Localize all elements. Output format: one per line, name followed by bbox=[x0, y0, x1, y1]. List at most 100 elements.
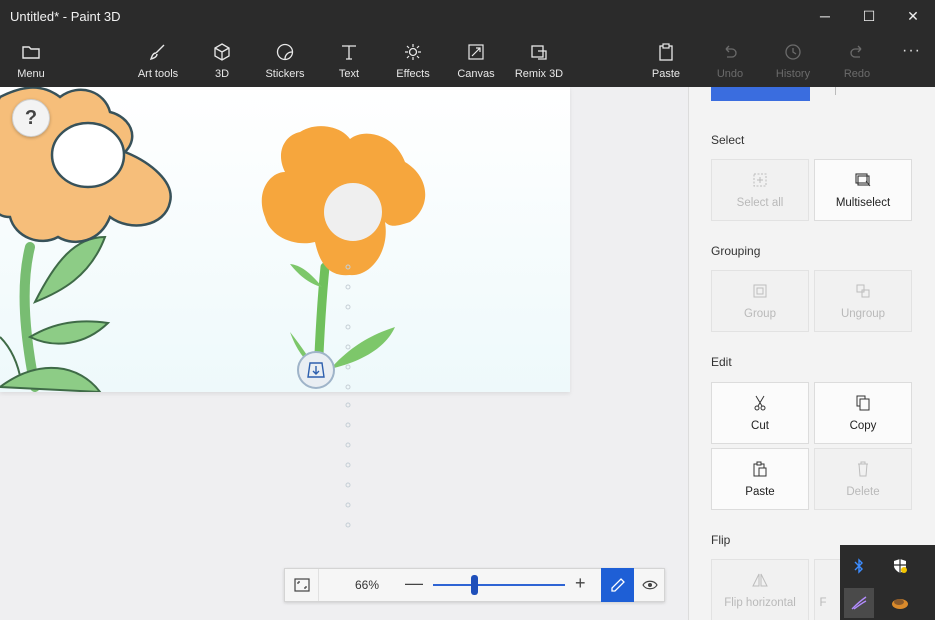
system-tray-overflow bbox=[840, 545, 935, 620]
folder-icon bbox=[22, 42, 40, 62]
title-toolbar-bar: Untitled* - Paint 3D ─ ☐ ✕ Menu Art tool… bbox=[0, 0, 935, 87]
pen-workspace-icon[interactable] bbox=[844, 588, 874, 618]
rotation-guide-line bbox=[345, 264, 351, 390]
maximize-button[interactable]: ☐ bbox=[847, 0, 891, 32]
3d-button[interactable]: 3D bbox=[190, 42, 254, 80]
undo-label: Undo bbox=[716, 68, 744, 80]
window-title: Untitled* - Paint 3D bbox=[10, 9, 121, 24]
resize-icon bbox=[467, 42, 485, 62]
help-button[interactable]: ? bbox=[12, 99, 50, 137]
stickers-button[interactable]: Stickers bbox=[253, 42, 317, 80]
brush-icon bbox=[149, 42, 167, 62]
edit-heading: Edit bbox=[711, 355, 732, 369]
cube-icon bbox=[213, 42, 231, 62]
close-button[interactable]: ✕ bbox=[891, 0, 935, 32]
history-button[interactable]: History bbox=[761, 42, 825, 80]
ungroup-button[interactable]: Ungroup bbox=[814, 270, 912, 332]
text-button[interactable]: Text bbox=[317, 42, 381, 80]
grouping-heading: Grouping bbox=[711, 244, 761, 258]
flip-horizontal-label: Flip horizontal bbox=[724, 597, 796, 609]
delete-button[interactable]: Delete bbox=[814, 448, 912, 510]
canvas-button[interactable]: Canvas bbox=[444, 42, 508, 80]
undo-button[interactable]: Undo bbox=[698, 42, 762, 80]
group-label: Group bbox=[744, 308, 776, 320]
stickers-label: Stickers bbox=[265, 68, 305, 80]
copy-button[interactable]: Copy bbox=[814, 382, 912, 444]
pen-icon bbox=[610, 578, 625, 592]
select-all-label: Select all bbox=[736, 197, 784, 209]
workspace[interactable]: ? 66% — + bbox=[0, 87, 688, 620]
eye-icon bbox=[642, 580, 658, 590]
select-tab[interactable] bbox=[711, 87, 810, 101]
multiselect-button[interactable]: Multiselect bbox=[814, 159, 912, 221]
zoom-in-button[interactable]: + bbox=[575, 573, 586, 594]
redo-icon bbox=[848, 42, 866, 62]
paste-icon bbox=[753, 460, 767, 478]
remix-icon bbox=[530, 42, 548, 62]
clipboard-icon bbox=[658, 42, 674, 62]
window-controls: ─ ☐ ✕ bbox=[803, 0, 935, 32]
zoom-bar: 66% — + bbox=[284, 568, 665, 602]
zoom-slider-thumb[interactable] bbox=[471, 575, 478, 595]
group-button[interactable]: Group bbox=[711, 270, 809, 332]
zoom-slider-track[interactable] bbox=[433, 584, 565, 586]
3d-flower bbox=[261, 126, 426, 382]
menu-button[interactable]: Menu bbox=[0, 42, 63, 80]
3d-label: 3D bbox=[214, 68, 230, 80]
zoom-out-button[interactable]: — bbox=[405, 573, 423, 594]
delete-label: Delete bbox=[846, 486, 880, 498]
undo-icon bbox=[721, 42, 739, 62]
security-shield-icon[interactable] bbox=[885, 551, 915, 581]
app-tray-icon[interactable] bbox=[885, 588, 915, 618]
paste-button[interactable]: Paste bbox=[711, 448, 809, 510]
pen-mode-button[interactable] bbox=[601, 568, 634, 602]
paste-label: Paste bbox=[745, 486, 775, 498]
copy-label: Copy bbox=[849, 420, 877, 432]
art-tools-label: Art tools bbox=[137, 68, 179, 80]
anchor-icon bbox=[307, 362, 325, 378]
effects-button[interactable]: Effects bbox=[381, 42, 445, 80]
select-side-panel: Select Select all Multiselect Grouping G… bbox=[688, 87, 935, 620]
text-label: Text bbox=[338, 68, 360, 80]
minimize-button[interactable]: ─ bbox=[803, 0, 847, 32]
scissors-icon bbox=[753, 394, 767, 412]
canvas-label: Canvas bbox=[457, 68, 495, 80]
drawing-canvas[interactable] bbox=[0, 87, 570, 394]
history-label: History bbox=[775, 68, 811, 80]
remix-3d-button[interactable]: Remix 3D bbox=[507, 42, 571, 80]
redo-label: Redo bbox=[843, 68, 871, 80]
zoom-percentage: 66% bbox=[355, 578, 380, 592]
effects-label: Effects bbox=[396, 68, 430, 80]
more-options-button[interactable]: ··· bbox=[902, 42, 921, 60]
menu-label: Menu bbox=[17, 68, 45, 80]
flip-horizontal-icon bbox=[752, 571, 768, 589]
group-icon bbox=[753, 282, 767, 300]
redo-button[interactable]: Redo bbox=[825, 42, 889, 80]
paste-toolbar-label: Paste bbox=[651, 68, 681, 80]
anchor-handle[interactable] bbox=[297, 351, 335, 389]
crop-tab[interactable] bbox=[835, 87, 836, 95]
view-3d-button[interactable] bbox=[635, 569, 665, 601]
canvas-artwork bbox=[0, 87, 426, 394]
cut-button[interactable]: Cut bbox=[711, 382, 809, 444]
fit-screen-icon bbox=[293, 578, 310, 592]
ungroup-label: Ungroup bbox=[840, 308, 886, 320]
flip-heading: Flip bbox=[711, 533, 731, 547]
flip-horizontal-button[interactable]: Flip horizontal bbox=[711, 559, 809, 620]
paste-toolbar-button[interactable]: Paste bbox=[634, 42, 698, 80]
art-tools-button[interactable]: Art tools bbox=[126, 42, 190, 80]
multiselect-label: Multiselect bbox=[835, 197, 891, 209]
flip-vertical-label: F bbox=[819, 597, 827, 609]
sticker-icon bbox=[276, 42, 294, 62]
ungroup-icon bbox=[856, 282, 870, 300]
remix-3d-label: Remix 3D bbox=[514, 68, 564, 80]
fit-to-window-button[interactable] bbox=[285, 569, 319, 601]
sun-icon bbox=[404, 42, 422, 62]
text-icon bbox=[340, 42, 358, 62]
cut-label: Cut bbox=[751, 420, 769, 432]
select-all-button[interactable]: Select all bbox=[711, 159, 809, 221]
copy-icon bbox=[856, 394, 870, 412]
history-icon bbox=[784, 42, 802, 62]
bluetooth-icon[interactable] bbox=[844, 551, 874, 581]
select-all-icon bbox=[753, 171, 767, 189]
